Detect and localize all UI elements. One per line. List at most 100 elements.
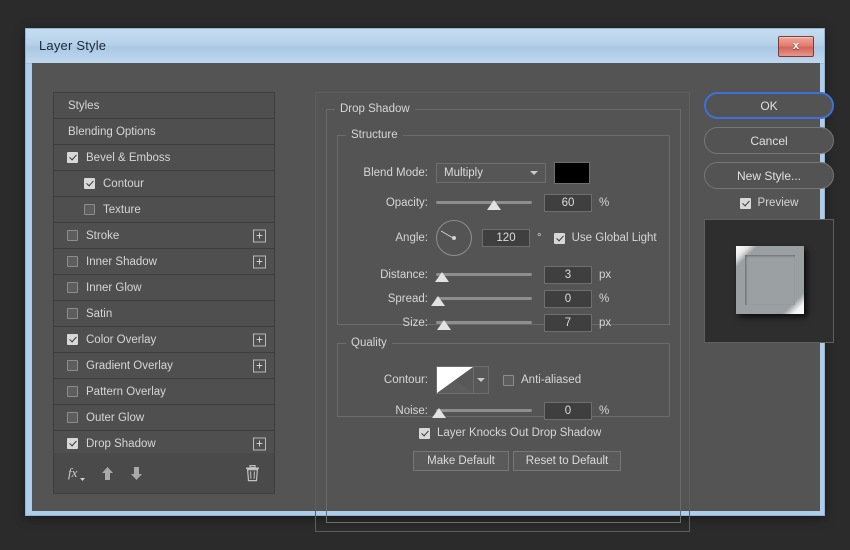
style-row-checkbox[interactable] bbox=[67, 438, 78, 449]
angle-unit: ° bbox=[537, 232, 542, 244]
angle-label: Angle: bbox=[350, 232, 428, 244]
angle-input[interactable]: 120 bbox=[482, 229, 530, 247]
new-style-button[interactable]: New Style... bbox=[704, 162, 834, 189]
add-effect-icon[interactable] bbox=[253, 255, 266, 268]
move-down-button[interactable] bbox=[129, 466, 144, 481]
size-slider-thumb[interactable] bbox=[437, 320, 451, 330]
style-row-label: Drop Shadow bbox=[86, 438, 156, 450]
distance-input[interactable]: 3 bbox=[544, 266, 592, 284]
blend-mode-row: Blend Mode: Multiply bbox=[350, 163, 590, 183]
add-effect-icon[interactable] bbox=[253, 437, 266, 450]
opacity-slider-track bbox=[436, 201, 532, 204]
quality-group: Quality Contour: bbox=[337, 337, 670, 417]
noise-slider-thumb[interactable] bbox=[432, 408, 446, 418]
distance-row: Distance: 3 px bbox=[350, 265, 611, 285]
style-row-checkbox[interactable] bbox=[67, 282, 78, 293]
make-default-button[interactable]: Make Default bbox=[413, 451, 509, 471]
preview-checkbox[interactable]: Preview bbox=[704, 197, 834, 209]
blend-mode-label: Blend Mode: bbox=[350, 167, 428, 179]
cancel-button[interactable]: Cancel bbox=[704, 127, 834, 154]
style-row-label: Texture bbox=[103, 204, 141, 216]
chevron-down-icon bbox=[477, 378, 485, 382]
preview-shape-inner bbox=[745, 255, 795, 305]
distance-slider-thumb[interactable] bbox=[435, 272, 449, 282]
style-row-color-overlay[interactable]: Color Overlay bbox=[54, 327, 274, 353]
use-global-light-checkbox[interactable]: Use Global Light bbox=[554, 232, 657, 244]
move-up-button[interactable] bbox=[100, 466, 115, 481]
style-row-outer-glow[interactable]: Outer Glow bbox=[54, 405, 274, 431]
style-row-checkbox[interactable] bbox=[67, 308, 78, 319]
style-row-satin[interactable]: Satin bbox=[54, 301, 274, 327]
add-effect-icon[interactable] bbox=[253, 229, 266, 242]
style-row-blending-options[interactable]: Blending Options bbox=[54, 119, 274, 145]
shadow-color-swatch[interactable] bbox=[554, 162, 590, 184]
layer-knocks-out-checkbox[interactable]: Layer Knocks Out Drop Shadow bbox=[419, 427, 601, 439]
styles-list: StylesBlending Options Bevel & Emboss Cont… bbox=[54, 93, 274, 483]
style-row-contour[interactable]: Contour bbox=[54, 171, 274, 197]
size-slider[interactable] bbox=[436, 314, 532, 332]
style-row-checkbox[interactable] bbox=[67, 412, 78, 423]
add-effect-icon[interactable] bbox=[253, 333, 266, 346]
delete-button[interactable] bbox=[245, 465, 260, 482]
spread-slider[interactable] bbox=[436, 290, 532, 308]
distance-unit: px bbox=[599, 269, 611, 281]
style-row-styles[interactable]: Styles bbox=[54, 93, 274, 119]
style-row-stroke[interactable]: Stroke bbox=[54, 223, 274, 249]
style-row-label: Bevel & Emboss bbox=[86, 152, 170, 164]
fx-button[interactable]: fx bbox=[68, 465, 86, 481]
contour-row: Contour: Anti-aliased bbox=[350, 365, 581, 395]
trash-icon bbox=[245, 465, 260, 482]
noise-input[interactable]: 0 bbox=[544, 402, 592, 420]
style-row-checkbox[interactable] bbox=[67, 360, 78, 371]
angle-dial-hub bbox=[452, 236, 456, 240]
blend-mode-select[interactable]: Multiply bbox=[436, 163, 546, 183]
layer-knocks-out-box bbox=[419, 428, 430, 439]
close-button[interactable]: x bbox=[778, 36, 814, 57]
style-row-inner-glow[interactable]: Inner Glow bbox=[54, 275, 274, 301]
style-row-bevel-emboss[interactable]: Bevel & Emboss bbox=[54, 145, 274, 171]
style-row-gradient-overlay[interactable]: Gradient Overlay bbox=[54, 353, 274, 379]
reset-to-default-button[interactable]: Reset to Default bbox=[513, 451, 621, 471]
close-icon: x bbox=[793, 41, 799, 52]
style-row-checkbox[interactable] bbox=[84, 178, 95, 189]
style-row-checkbox[interactable] bbox=[84, 204, 95, 215]
spread-slider-thumb[interactable] bbox=[431, 296, 445, 306]
style-row-label: Color Overlay bbox=[86, 334, 156, 346]
style-row-checkbox[interactable] bbox=[67, 152, 78, 163]
style-row-checkbox[interactable] bbox=[67, 386, 78, 397]
opacity-label: Opacity: bbox=[350, 197, 428, 209]
noise-label: Noise: bbox=[350, 405, 428, 417]
anti-aliased-label: Anti-aliased bbox=[521, 374, 581, 386]
opacity-slider[interactable] bbox=[436, 194, 532, 212]
spread-unit: % bbox=[599, 293, 609, 305]
noise-unit: % bbox=[599, 405, 609, 417]
contour-preview[interactable] bbox=[436, 366, 474, 394]
size-input[interactable]: 7 bbox=[544, 314, 592, 332]
style-row-texture[interactable]: Texture bbox=[54, 197, 274, 223]
style-row-pattern-overlay[interactable]: Pattern Overlay bbox=[54, 379, 274, 405]
ok-button[interactable]: OK bbox=[704, 92, 834, 119]
preview-shape bbox=[736, 246, 804, 314]
distance-slider[interactable] bbox=[436, 266, 532, 284]
layer-knocks-out-label: Layer Knocks Out Drop Shadow bbox=[437, 427, 601, 439]
distance-label: Distance: bbox=[350, 269, 428, 281]
contour-dropdown[interactable] bbox=[474, 366, 489, 394]
opacity-input[interactable]: 60 bbox=[544, 194, 592, 212]
add-effect-icon[interactable] bbox=[253, 359, 266, 372]
dialog-titlebar[interactable]: Layer Style x bbox=[26, 29, 824, 64]
spread-input[interactable]: 0 bbox=[544, 290, 592, 308]
style-row-label: Satin bbox=[86, 308, 112, 320]
noise-slider[interactable] bbox=[436, 402, 532, 420]
angle-dial[interactable] bbox=[436, 220, 472, 256]
style-row-checkbox[interactable] bbox=[67, 334, 78, 345]
style-row-inner-shadow[interactable]: Inner Shadow bbox=[54, 249, 274, 275]
fx-icon: fx bbox=[68, 465, 86, 481]
opacity-slider-thumb[interactable] bbox=[487, 200, 501, 210]
use-global-light-box bbox=[554, 233, 565, 244]
style-row-checkbox[interactable] bbox=[67, 256, 78, 267]
style-row-checkbox[interactable] bbox=[67, 230, 78, 241]
anti-aliased-checkbox[interactable]: Anti-aliased bbox=[503, 374, 581, 386]
options-panel: Drop Shadow Structure Blend Mode: Multip… bbox=[315, 92, 690, 532]
styles-toolbar: fx bbox=[54, 453, 274, 493]
style-row-label: Stroke bbox=[86, 230, 119, 242]
